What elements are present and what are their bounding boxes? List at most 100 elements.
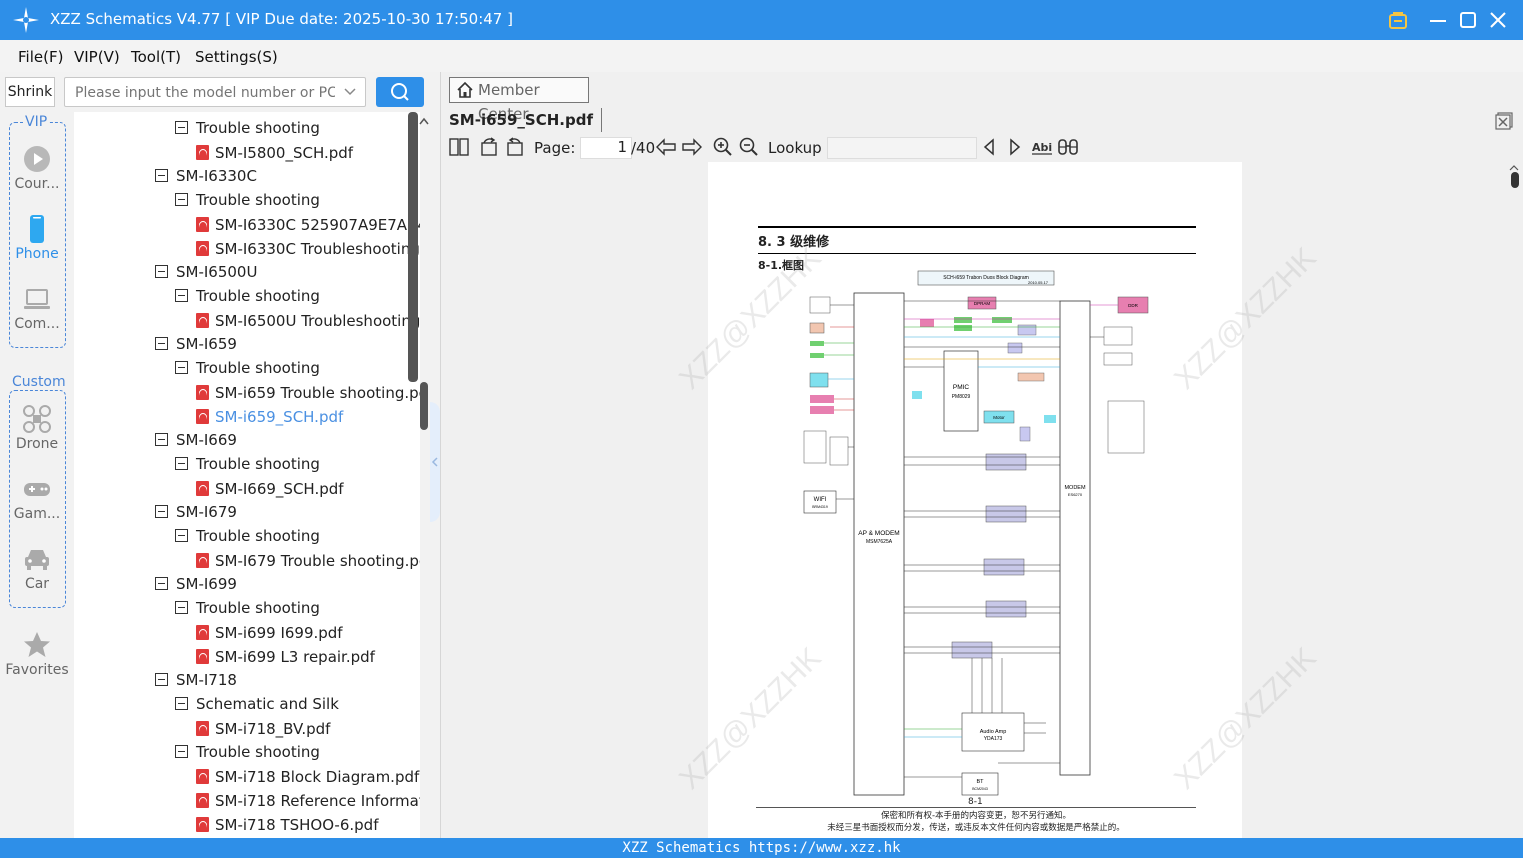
collapse-icon[interactable] xyxy=(155,673,168,686)
collapse-icon[interactable] xyxy=(155,577,168,590)
tree-model[interactable]: SM-I699 xyxy=(155,575,237,599)
vip-bag-icon[interactable] xyxy=(1386,8,1410,32)
pdf-file-icon xyxy=(196,793,209,808)
collapse-icon[interactable] xyxy=(175,361,188,374)
pdf-page-area[interactable]: 8. 3 级维修 8-1.框图 SCH-i659 Trabon Duos Blo… xyxy=(441,162,1523,838)
tree-model[interactable]: SM-I669 xyxy=(155,431,237,455)
menu-tool[interactable]: Tool(T) xyxy=(131,48,181,66)
tree-model[interactable]: SM-I6500U xyxy=(155,263,257,287)
tree-pdf-file[interactable]: SM-I6330C Troubleshooting xyxy=(196,239,420,263)
collapse-icon[interactable] xyxy=(175,289,188,302)
collapse-icon[interactable] xyxy=(175,457,188,470)
collapse-icon[interactable] xyxy=(175,121,188,134)
member-center-button[interactable]: Member Center xyxy=(449,77,589,123)
pdf-file-icon xyxy=(196,241,209,256)
tree-folder[interactable]: Trouble shooting xyxy=(175,743,320,767)
zoom-in-icon[interactable] xyxy=(713,137,733,157)
close-document-icon[interactable] xyxy=(1495,112,1513,130)
category-computer[interactable]: Com... xyxy=(0,284,74,332)
tree-model[interactable]: SM-I659 xyxy=(155,335,237,359)
search-button[interactable] xyxy=(376,77,424,107)
tree-model[interactable]: SM-I679 xyxy=(155,503,237,527)
collapse-icon[interactable] xyxy=(175,697,188,710)
rotate-left-icon[interactable] xyxy=(479,137,499,157)
category-phone[interactable]: Phone xyxy=(0,214,74,262)
tree-pdf-file[interactable]: SM-i699 I699.pdf xyxy=(196,623,343,647)
category-game[interactable]: Gam... xyxy=(0,474,74,522)
menu-file[interactable]: File(F) xyxy=(18,48,63,66)
menu-settings[interactable]: Settings(S) xyxy=(195,48,278,66)
collapse-icon[interactable] xyxy=(175,601,188,614)
diagram-title: SCH-i659 Trabon Duos Block Diagram xyxy=(943,275,1029,281)
chevron-down-icon[interactable] xyxy=(343,85,357,99)
previous-page-icon[interactable] xyxy=(655,137,677,157)
lookup-input[interactable] xyxy=(827,137,977,159)
tree-pdf-file[interactable]: SM-i699 L3 repair.pdf xyxy=(196,647,375,671)
model-search-combobox[interactable] xyxy=(64,77,366,107)
pdf-viewer: Member Center SM-i659_SCH.pdf Page: 1 /4… xyxy=(441,72,1523,838)
collapse-icon[interactable] xyxy=(155,169,168,182)
scroll-up-icon[interactable] xyxy=(418,116,430,126)
tree-folder[interactable]: Trouble shooting xyxy=(175,359,320,383)
tree-folder[interactable]: Trouble shooting xyxy=(175,599,320,623)
find-previous-icon[interactable] xyxy=(981,137,997,157)
tree-folder[interactable]: Trouble shooting xyxy=(175,287,320,311)
collapse-icon[interactable] xyxy=(155,265,168,278)
category-car[interactable]: Car xyxy=(0,544,74,592)
tree-folder[interactable]: Schematic and Silk xyxy=(175,695,339,719)
collapse-icon[interactable] xyxy=(175,745,188,758)
tree-pdf-file[interactable]: SM-I5800_SCH.pdf xyxy=(196,143,353,167)
tree-pdf-file[interactable]: SM-I679 Trouble shooting.pc xyxy=(196,551,420,575)
category-courses[interactable]: Cour... xyxy=(0,144,74,192)
svg-text:PMIC: PMIC xyxy=(953,384,970,391)
collapse-icon[interactable] xyxy=(175,529,188,542)
find-next-icon[interactable] xyxy=(1007,137,1023,157)
shrink-button[interactable]: Shrink xyxy=(5,77,55,107)
tree-pdf-file[interactable]: SM-i718 Block Diagram.pdf xyxy=(196,767,419,791)
next-page-icon[interactable] xyxy=(681,137,703,157)
collapse-icon[interactable] xyxy=(175,193,188,206)
svg-text:BT: BT xyxy=(976,779,984,785)
page-number-input[interactable]: 1 xyxy=(580,137,632,159)
tree-pdf-file-selected[interactable]: SM-i659_SCH.pdf xyxy=(196,407,343,431)
category-favorites[interactable]: Favorites xyxy=(0,630,74,678)
left-panel: Shrink VIP Cour... Phone xyxy=(0,72,441,838)
tree-folder[interactable]: Trouble shooting xyxy=(175,527,320,551)
lookup-label: Lookup xyxy=(768,139,822,157)
panel-splitter-handle[interactable] xyxy=(430,402,440,522)
menu-vip[interactable]: VIP(V) xyxy=(74,48,120,66)
pdf-file-icon xyxy=(196,649,209,664)
tree-pdf-file[interactable]: SM-i659 Trouble shooting.pc xyxy=(196,383,420,407)
zoom-out-icon[interactable] xyxy=(739,137,759,157)
tree-model[interactable]: SM-I6330C xyxy=(155,167,257,191)
tree-pdf-file[interactable]: SM-I6500U Troubleshooting xyxy=(196,311,420,335)
page-scrollbar-thumb[interactable] xyxy=(1511,172,1519,188)
tree-pdf-file[interactable]: SM-i718 TSHOO-6.pdf xyxy=(196,815,378,838)
category-label: Phone xyxy=(15,246,59,262)
collapse-icon[interactable] xyxy=(155,433,168,446)
maximize-icon[interactable] xyxy=(1456,8,1480,32)
panel-scrollbar-thumb[interactable] xyxy=(420,382,428,430)
collapse-icon[interactable] xyxy=(155,505,168,518)
tree-folder[interactable]: Trouble shooting xyxy=(175,455,320,479)
document-tab[interactable]: SM-i659_SCH.pdf xyxy=(441,108,602,132)
minimize-icon[interactable] xyxy=(1426,8,1450,32)
category-drone[interactable]: Drone xyxy=(0,404,74,452)
tree-model[interactable]: SM-I718 xyxy=(155,671,237,695)
page-scroll-up-icon[interactable] xyxy=(1509,164,1519,172)
model-search-input[interactable] xyxy=(73,82,337,104)
tree-pdf-file[interactable]: SM-I6330C 525907A9E7AB40 xyxy=(196,215,420,239)
page-number-label: 8-1 xyxy=(968,797,983,807)
tree-pdf-file[interactable]: SM-I669_SCH.pdf xyxy=(196,479,344,503)
tree-scrollbar-thumb[interactable] xyxy=(408,112,418,382)
tree-folder[interactable]: Trouble shooting xyxy=(175,119,320,143)
match-case-icon[interactable]: Abi xyxy=(1031,137,1053,157)
two-page-view-icon[interactable] xyxy=(449,137,469,157)
tree-pdf-file[interactable]: SM-i718_BV.pdf xyxy=(196,719,330,743)
rotate-right-icon[interactable] xyxy=(505,137,525,157)
close-icon[interactable] xyxy=(1486,8,1510,32)
binoculars-icon[interactable] xyxy=(1057,137,1079,157)
collapse-icon[interactable] xyxy=(155,337,168,350)
tree-pdf-file[interactable]: SM-i718 Reference Informati xyxy=(196,791,420,815)
tree-folder[interactable]: Trouble shooting xyxy=(175,191,320,215)
